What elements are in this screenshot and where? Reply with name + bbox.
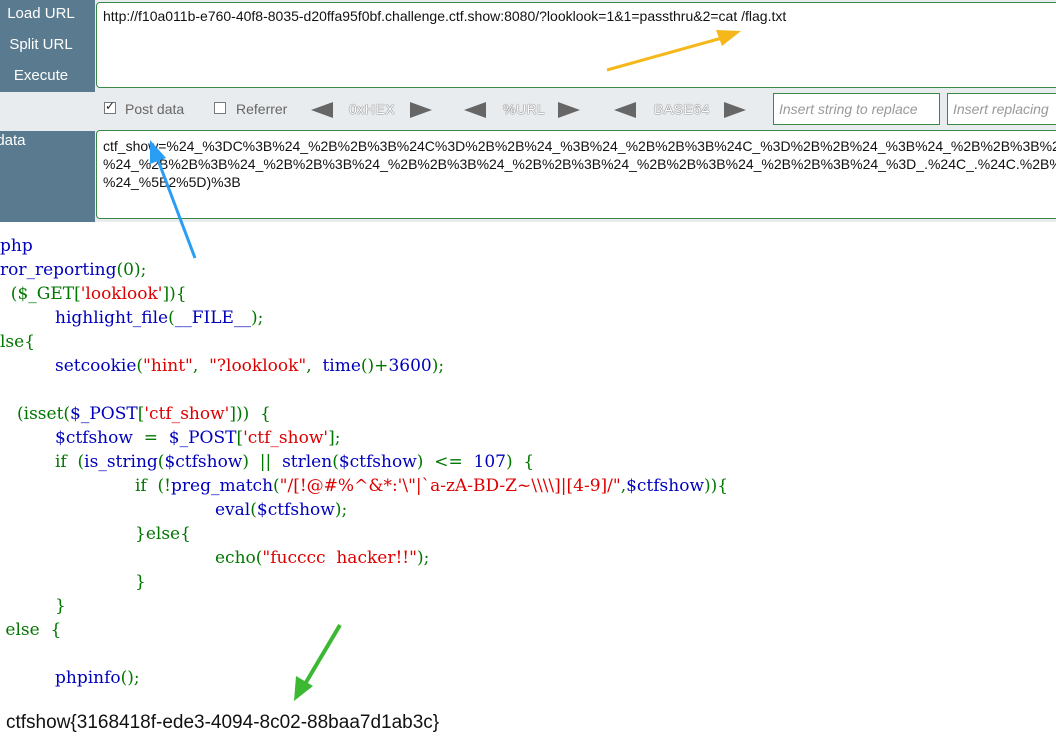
green-arrowhead-icon bbox=[294, 676, 313, 701]
orange-annotation-arrow-icon bbox=[606, 36, 723, 72]
orange-arrowhead-icon bbox=[716, 30, 741, 46]
blue-annotation-arrow-icon bbox=[156, 159, 197, 259]
green-annotation-arrow-icon bbox=[303, 623, 342, 686]
blue-arrowhead-icon bbox=[150, 140, 166, 164]
annotation-arrows bbox=[150, 30, 741, 701]
